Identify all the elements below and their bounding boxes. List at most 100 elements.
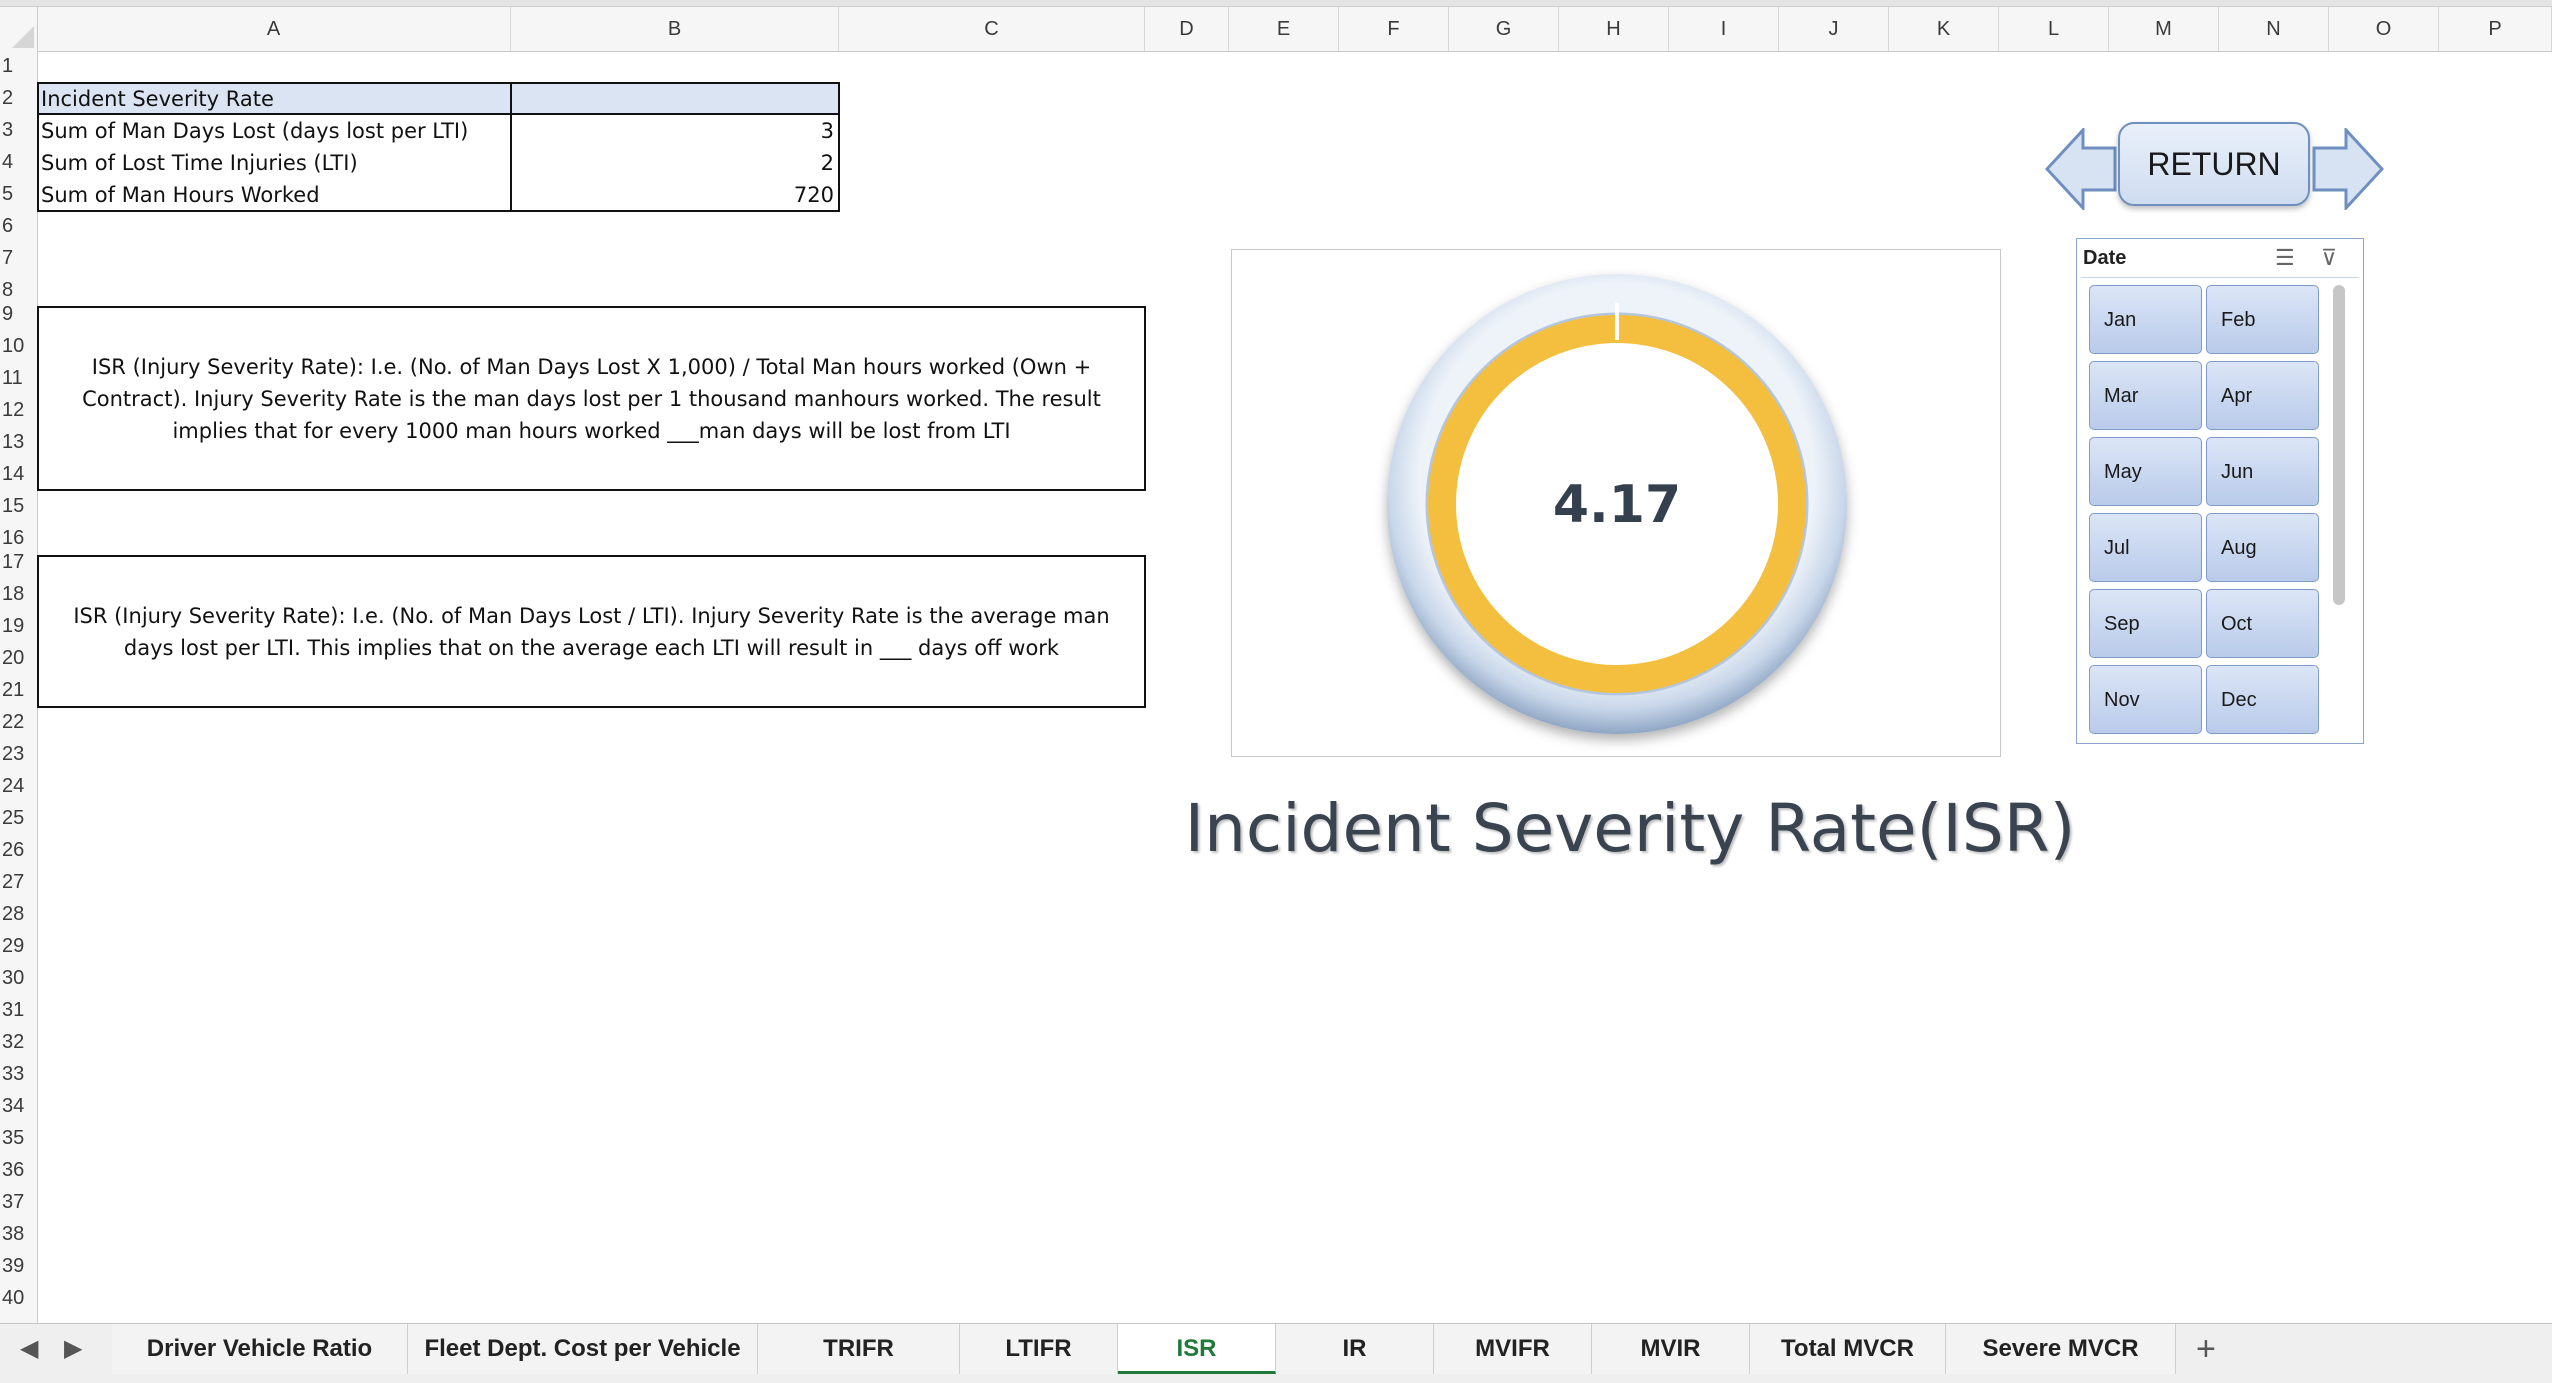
row-header[interactable]: 30 [0,967,36,990]
row-header[interactable]: 14 [0,463,36,486]
slicer-scroll-thumb[interactable] [2333,285,2345,605]
row-header[interactable]: 31 [0,999,36,1022]
sheet-tab-mvifr[interactable]: MVIFR [1434,1324,1592,1374]
isr-donut-chart[interactable]: 4.17 [1231,249,2001,757]
right-arrow-icon[interactable] [2312,128,2384,210]
sheet-tab-total-mvcr[interactable]: Total MVCR [1750,1324,1946,1374]
column-header-d[interactable]: D [1145,7,1229,51]
slicer-item-oct[interactable]: Oct [2206,589,2319,658]
row-label-lost-time-injuries[interactable]: Sum of Lost Time Injuries (LTI) [41,148,358,178]
column-header-m[interactable]: M [2109,7,2219,51]
row-header[interactable]: 12 [0,399,36,422]
column-header-i[interactable]: I [1669,7,1779,51]
column-header-g[interactable]: G [1449,7,1559,51]
row-header[interactable]: 20 [0,647,36,670]
row-header[interactable]: 25 [0,807,36,830]
slicer-item-dec[interactable]: Dec [2206,665,2319,734]
slicer-item-may[interactable]: May [2089,437,2202,506]
row-header[interactable]: 5 [0,183,36,206]
next-sheet-arrow-icon[interactable]: ▶ [64,1324,82,1374]
row-header[interactable]: 9 [0,303,36,326]
slicer-item-apr[interactable]: Apr [2206,361,2319,430]
return-button[interactable]: RETURN [2118,122,2310,206]
slicer-item-jun[interactable]: Jun [2206,437,2319,506]
row-label-man-days-lost[interactable]: Sum of Man Days Lost (days lost per LTI) [41,116,468,146]
slicer-item-jan[interactable]: Jan [2089,285,2202,354]
column-header-h[interactable]: H [1559,7,1669,51]
select-all-corner[interactable] [0,7,38,51]
slicer-item-feb[interactable]: Feb [2206,285,2319,354]
row-header[interactable]: 1 [0,55,36,78]
row-header[interactable]: 8 [0,279,36,302]
row-header[interactable]: 10 [0,335,36,358]
row-label-man-hours-worked[interactable]: Sum of Man Hours Worked [41,180,320,210]
multi-select-icon[interactable]: ☰ [2275,245,2295,271]
column-header-n[interactable]: N [2219,7,2329,51]
row-header[interactable]: 27 [0,871,36,894]
column-header-c[interactable]: C [839,7,1145,51]
slicer-item-aug[interactable]: Aug [2206,513,2319,582]
sheet-tab-severe-mvcr[interactable]: Severe MVCR [1946,1324,2176,1374]
row-header[interactable]: 34 [0,1095,36,1118]
slicer-item-sep[interactable]: Sep [2089,589,2202,658]
row-header[interactable]: 23 [0,743,36,766]
column-header-k[interactable]: K [1889,7,1999,51]
column-header-j[interactable]: J [1779,7,1889,51]
row-header[interactable]: 33 [0,1063,36,1086]
row-header[interactable]: 16 [0,527,36,550]
row-header[interactable]: 2 [0,87,36,110]
slicer-item-mar[interactable]: Mar [2089,361,2202,430]
row-header[interactable]: 24 [0,775,36,798]
row-header[interactable]: 28 [0,903,36,926]
left-arrow-icon[interactable] [2045,128,2117,210]
row-header[interactable]: 37 [0,1191,36,1214]
isr-definition-note-2[interactable]: ISR (Injury Severity Rate): I.e. (No. of… [37,555,1146,708]
sheet-tab-trifr[interactable]: TRIFR [758,1324,960,1374]
slicer-item-jul[interactable]: Jul [2089,513,2202,582]
slicer-item-nov[interactable]: Nov [2089,665,2202,734]
table-header-label[interactable]: Incident Severity Rate [41,84,274,114]
row-header[interactable]: 21 [0,679,36,702]
isr-definition-note-1[interactable]: ISR (Injury Severity Rate): I.e. (No. of… [37,306,1146,491]
column-header-f[interactable]: F [1339,7,1449,51]
row-header[interactable]: 35 [0,1127,36,1150]
date-slicer[interactable]: Date ☰ ⊽ Jan Feb Mar Apr May Jun Jul Aug… [2076,238,2364,744]
column-header-l[interactable]: L [1999,7,2109,51]
column-header-a[interactable]: A [37,7,511,51]
column-header-b[interactable]: B [511,7,839,51]
row-header[interactable]: 13 [0,431,36,454]
value-man-hours-worked[interactable]: 720 [516,180,834,210]
row-header[interactable]: 7 [0,247,36,270]
row-header[interactable]: 15 [0,495,36,518]
value-lost-time-injuries[interactable]: 2 [516,148,834,178]
sheet-tab-isr[interactable]: ISR [1118,1324,1276,1374]
column-header-p[interactable]: P [2439,7,2552,51]
row-header[interactable]: 39 [0,1255,36,1278]
row-header-bar: 1 2 3 4 5 6 7 8 9 10 11 12 13 14 15 16 1… [0,51,38,1323]
row-header[interactable]: 6 [0,215,36,238]
row-header[interactable]: 3 [0,119,36,142]
sheet-tab-ltifr[interactable]: LTIFR [960,1324,1118,1374]
row-header[interactable]: 38 [0,1223,36,1246]
row-header[interactable]: 4 [0,151,36,174]
row-header[interactable]: 26 [0,839,36,862]
column-header-o[interactable]: O [2329,7,2439,51]
sheet-tab-fleet-dept-cost[interactable]: Fleet Dept. Cost per Vehicle [408,1324,758,1374]
value-man-days-lost[interactable]: 3 [516,116,834,146]
sheet-tab-mvir[interactable]: MVIR [1592,1324,1750,1374]
clear-filter-icon[interactable]: ⊽ [2321,245,2337,271]
row-header[interactable]: 29 [0,935,36,958]
sheet-tab-driver-vehicle-ratio[interactable]: Driver Vehicle Ratio [112,1324,408,1374]
row-header[interactable]: 36 [0,1159,36,1182]
sheet-tab-ir[interactable]: IR [1276,1324,1434,1374]
column-header-e[interactable]: E [1229,7,1339,51]
row-header[interactable]: 22 [0,711,36,734]
row-header[interactable]: 32 [0,1031,36,1054]
row-header[interactable]: 40 [0,1287,36,1310]
add-sheet-icon[interactable]: + [2196,1324,2216,1374]
prev-sheet-arrow-icon[interactable]: ◀ [20,1324,38,1374]
row-header[interactable]: 17 [0,551,36,574]
row-header[interactable]: 19 [0,615,36,638]
row-header[interactable]: 11 [0,367,36,390]
row-header[interactable]: 18 [0,583,36,606]
